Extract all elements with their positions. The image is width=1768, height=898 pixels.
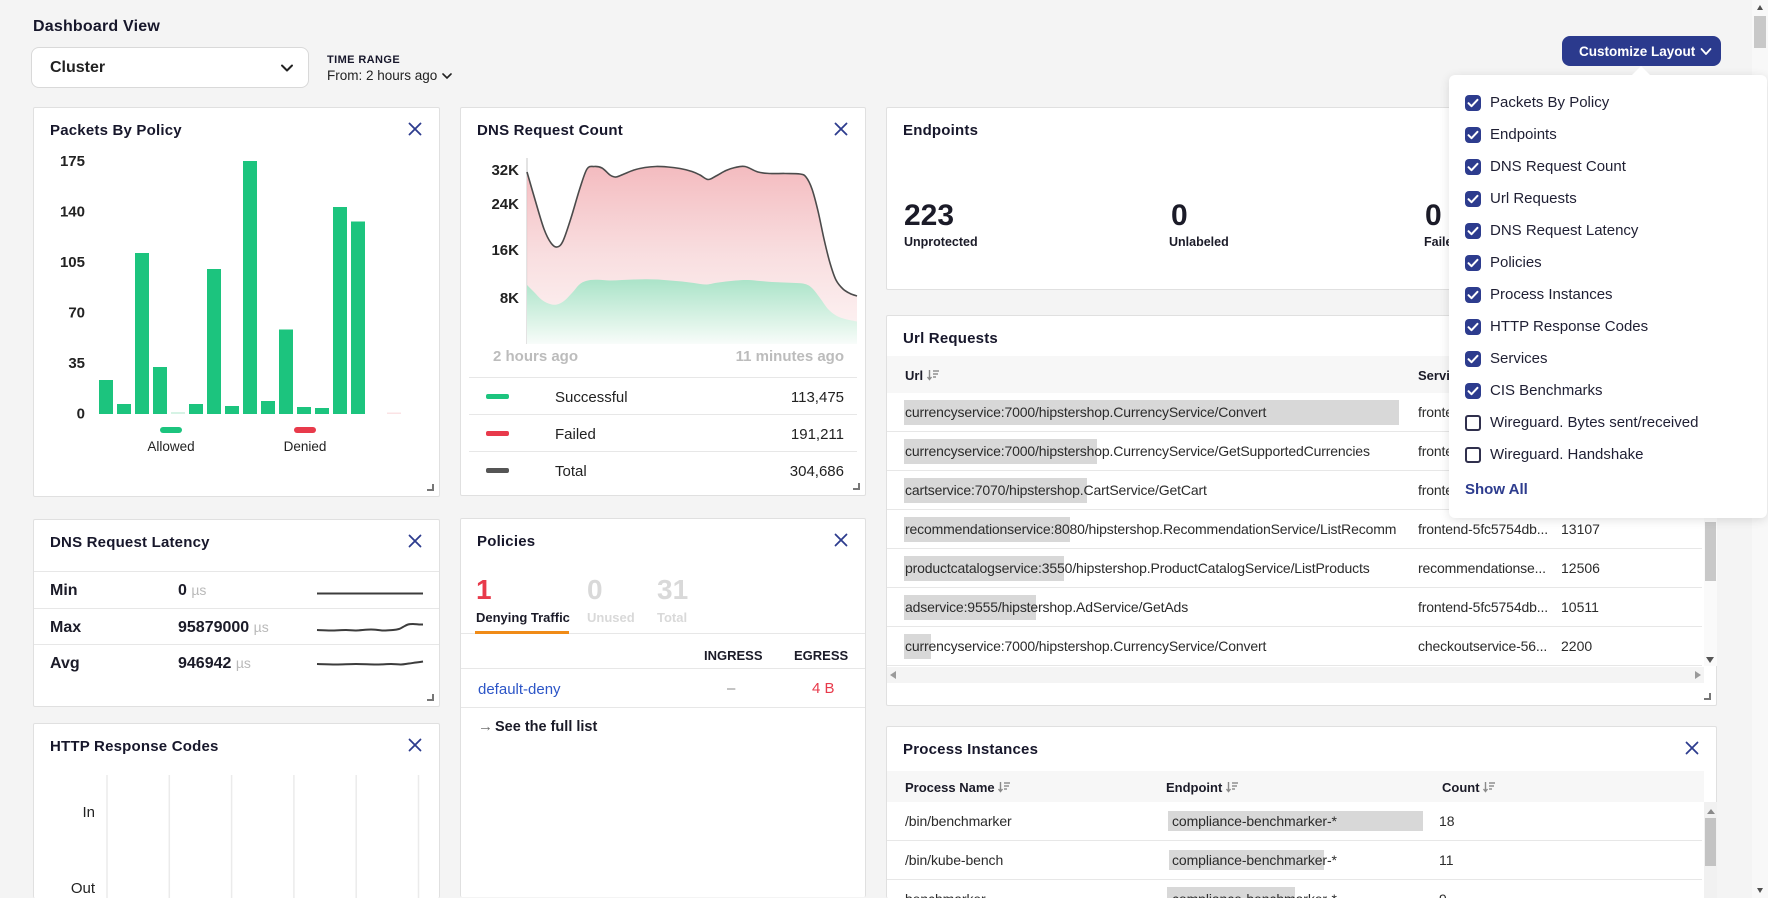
svg-text:140: 140	[60, 204, 85, 221]
svg-text:Allowed: Allowed	[147, 439, 194, 454]
svg-text:16K: 16K	[491, 242, 519, 259]
svg-text:Denied: Denied	[284, 439, 327, 454]
svg-text:32K: 32K	[491, 162, 519, 179]
svg-text:Out: Out	[71, 880, 96, 897]
svg-text:35: 35	[68, 355, 85, 372]
svg-text:24K: 24K	[491, 196, 519, 213]
svg-text:8K: 8K	[500, 290, 519, 307]
svg-text:105: 105	[60, 254, 85, 271]
svg-text:0: 0	[77, 406, 85, 423]
svg-text:In: In	[82, 804, 95, 821]
svg-text:70: 70	[68, 305, 85, 322]
svg-text:175: 175	[60, 153, 85, 170]
